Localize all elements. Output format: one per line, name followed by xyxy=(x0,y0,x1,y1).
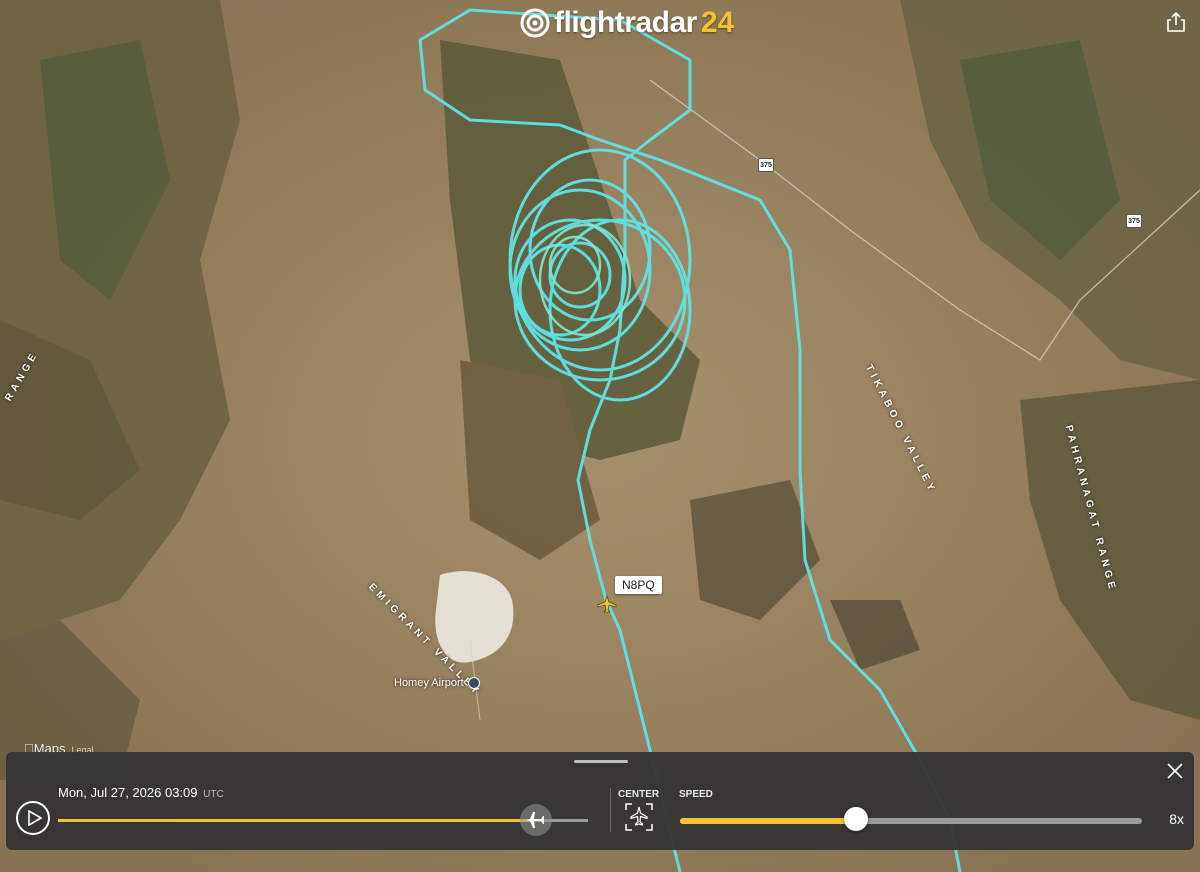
satellite-map[interactable] xyxy=(0,0,1200,872)
playback-timezone: UTC xyxy=(203,789,224,800)
center-label: CENTER xyxy=(618,789,660,800)
road-shield: 375 xyxy=(758,158,774,172)
radar-logo-icon xyxy=(520,8,550,38)
playback-datetime: Mon, Jul 27, 2026 03:09 UTC xyxy=(58,785,224,800)
speed-slider[interactable] xyxy=(680,818,1142,824)
share-icon[interactable] xyxy=(1164,10,1188,34)
speed-label: SPEED xyxy=(679,789,713,800)
road-shield: 375 xyxy=(1126,214,1142,228)
brand-name: flightradar xyxy=(554,6,697,39)
panel-divider xyxy=(610,788,611,832)
playback-date: Mon, Jul 27, 2026 xyxy=(58,785,162,800)
speed-value: 8x xyxy=(1169,811,1184,827)
speed-fill xyxy=(680,818,856,824)
aircraft-callsign-label[interactable]: N8PQ xyxy=(615,576,662,594)
speed-thumb[interactable] xyxy=(843,807,868,831)
brand-suffix: 24 xyxy=(700,6,735,39)
drag-handle[interactable] xyxy=(574,760,628,763)
airport-icon xyxy=(467,677,480,689)
playback-panel: Mon, Jul 27, 2026 03:09 UTC CENTER SPEED… xyxy=(6,752,1194,850)
play-button[interactable] xyxy=(16,801,50,835)
timeline-progress xyxy=(58,819,535,822)
close-icon[interactable] xyxy=(1166,762,1184,780)
center-icon[interactable] xyxy=(624,802,654,832)
timeline-thumb[interactable] xyxy=(520,804,552,836)
airport-label[interactable]: Homey Airport xyxy=(394,677,480,689)
play-icon xyxy=(28,810,42,826)
playback-time: 03:09 xyxy=(164,785,198,800)
timeline-track[interactable] xyxy=(58,819,588,822)
airport-name: Homey Airport xyxy=(394,677,464,689)
flightradar-logo: flightradar 24 xyxy=(520,6,734,40)
plane-icon xyxy=(526,812,544,828)
